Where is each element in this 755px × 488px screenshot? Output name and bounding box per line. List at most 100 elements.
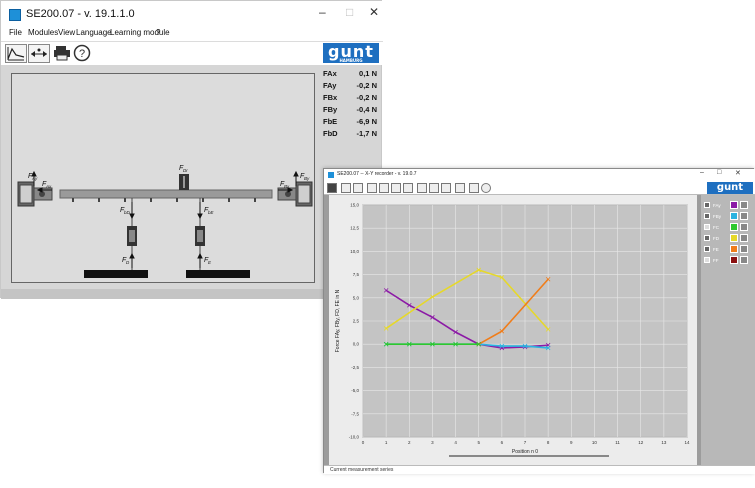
x-tick-label: 0 xyxy=(362,440,365,445)
window-title: SE200.07 - v. 19.1.1.0 xyxy=(26,8,135,20)
gunt-logo: gunt HAMBURG xyxy=(323,43,379,63)
legend-color-swatch[interactable] xyxy=(730,201,738,209)
horizontal-scrollbar[interactable] xyxy=(449,455,609,457)
legend-checkbox[interactable] xyxy=(704,246,710,252)
tool-icon-4[interactable] xyxy=(403,183,413,193)
tool-icon-3[interactable] xyxy=(391,183,401,193)
tool-icon-6[interactable] xyxy=(429,183,439,193)
svg-text:Dr: Dr xyxy=(183,168,188,173)
y-axis-label: Force FAy, FBy, FD, FE in N xyxy=(335,289,341,352)
menu-learning-module[interactable]: Learning module xyxy=(110,28,170,37)
beam xyxy=(59,189,273,199)
x-tick-label: 11 xyxy=(615,440,620,445)
xy-recorder-window: SE200.07 -- X-Y recorder - v. 19.0.7 – □… xyxy=(323,168,755,474)
x-tick-label: 10 xyxy=(592,440,598,445)
tool-icon-1[interactable] xyxy=(367,183,377,193)
y-tick-label: 12,5 xyxy=(350,226,359,231)
app-icon xyxy=(9,9,21,21)
recorder-window-title: SE200.07 -- X-Y recorder - v. 19.0.7 xyxy=(337,171,417,177)
legend-checkbox[interactable] xyxy=(704,202,710,208)
undo-icon[interactable] xyxy=(441,183,451,193)
menu-help[interactable]: ? xyxy=(156,28,160,37)
title-bar: SE200.07 - v. 19.1.1.0 – □ ✕ xyxy=(1,1,383,28)
y-tick-label: 0,0 xyxy=(353,342,360,347)
series-legend-panel: FAy FBy FC FD FE FF xyxy=(701,195,755,467)
foundation-right xyxy=(186,270,250,278)
legend-line-style[interactable] xyxy=(740,223,748,231)
legend-checkbox[interactable] xyxy=(704,224,710,230)
ruler-button[interactable] xyxy=(28,44,50,63)
legend-color-swatch[interactable] xyxy=(730,245,738,253)
menu-view[interactable]: View xyxy=(58,28,75,37)
recorder-help-icon[interactable] xyxy=(481,183,491,193)
x-tick-label: 13 xyxy=(661,440,667,445)
legend-item-ff[interactable]: FF xyxy=(704,256,754,265)
beam-diagram: F Ay F Ax F By F Bx F Dr F bD F bE F D F… xyxy=(17,165,313,278)
menu-file[interactable]: File xyxy=(9,28,22,37)
legend-item-fay[interactable]: FAy xyxy=(704,201,754,210)
svg-text:bE: bE xyxy=(208,210,215,215)
x-tick-label: 4 xyxy=(454,440,457,445)
recorder-gunt-logo: gunt xyxy=(707,182,753,194)
y-tick-label: 2,5 xyxy=(353,319,360,324)
minimize-icon[interactable]: – xyxy=(319,5,326,19)
legend-item-fd[interactable]: FD xyxy=(704,234,754,243)
maximize-icon[interactable]: □ xyxy=(346,5,353,19)
legend-color-swatch[interactable] xyxy=(730,212,738,220)
svg-text:bD: bD xyxy=(124,210,131,215)
y-tick-label: -10,0 xyxy=(349,435,360,440)
graph-icon xyxy=(7,47,25,61)
open-folder-icon[interactable] xyxy=(341,183,351,193)
x-tick-label: 8 xyxy=(547,440,550,445)
graph-button[interactable] xyxy=(5,44,27,63)
legend-checkbox[interactable] xyxy=(704,235,710,241)
legend-item-fby[interactable]: FBy xyxy=(704,212,754,221)
menu-language[interactable]: Language xyxy=(76,28,112,37)
recorder-close-icon[interactable]: ✕ xyxy=(735,169,741,177)
grid-icon[interactable] xyxy=(455,183,465,193)
save-icon[interactable] xyxy=(353,183,363,193)
legend-item-fe[interactable]: FE xyxy=(704,245,754,254)
record-icon[interactable] xyxy=(327,183,337,193)
legend-line-style[interactable] xyxy=(740,234,748,242)
legend-line-style[interactable] xyxy=(740,245,748,253)
foundation-left xyxy=(84,270,148,278)
force-row-fay: FAy -0,2 N xyxy=(323,81,377,90)
y-tick-label: 7,5 xyxy=(353,272,360,277)
legend-color-swatch[interactable] xyxy=(730,234,738,242)
tool-icon-5[interactable] xyxy=(417,183,427,193)
y-tick-label: -7,5 xyxy=(351,411,359,416)
recorder-printer-icon[interactable] xyxy=(469,183,479,193)
dimension-icon xyxy=(31,48,47,57)
recorder-title-bar: SE200.07 -- X-Y recorder - v. 19.0.7 – □… xyxy=(324,169,755,181)
status-text: Current measurement series xyxy=(330,467,394,473)
y-tick-label: 10,0 xyxy=(350,249,359,254)
recorder-toolbar xyxy=(324,181,755,195)
svg-text:Bx: Bx xyxy=(284,184,290,189)
legend-item-fc[interactable]: FC xyxy=(704,223,754,232)
recorder-minimize-icon[interactable]: – xyxy=(700,169,704,176)
help-button[interactable]: ? xyxy=(73,44,91,63)
recorder-app-icon xyxy=(328,172,334,178)
printer-icon xyxy=(54,46,70,61)
menu-modules[interactable]: Modules xyxy=(28,28,58,37)
x-tick-label: 5 xyxy=(477,440,480,445)
legend-line-style[interactable] xyxy=(740,201,748,209)
legend-checkbox[interactable] xyxy=(704,213,710,219)
close-icon[interactable]: ✕ xyxy=(369,5,379,19)
x-tick-label: 7 xyxy=(524,440,527,445)
force-row-fbd: FbD -1,7 N xyxy=(323,129,377,138)
legend-color-swatch[interactable] xyxy=(730,223,738,231)
legend-checkbox[interactable] xyxy=(704,257,710,263)
recorder-maximize-icon[interactable]: □ xyxy=(717,169,721,176)
force-chart: 0 1 2 3 4 5 6 7 8 9 10 11 12 13 14-10,0-7,5-5,0-2,50,0… xyxy=(335,203,690,456)
force-row-fby: FBy -0,4 N xyxy=(323,105,377,114)
x-tick-label: 2 xyxy=(408,440,411,445)
legend-color-swatch[interactable] xyxy=(730,256,738,264)
y-tick-label: 5,0 xyxy=(353,295,360,300)
print-button[interactable] xyxy=(53,44,71,63)
y-tick-label: 15,0 xyxy=(350,203,359,208)
legend-line-style[interactable] xyxy=(740,256,748,264)
tool-icon-2[interactable] xyxy=(379,183,389,193)
legend-line-style[interactable] xyxy=(740,212,748,220)
